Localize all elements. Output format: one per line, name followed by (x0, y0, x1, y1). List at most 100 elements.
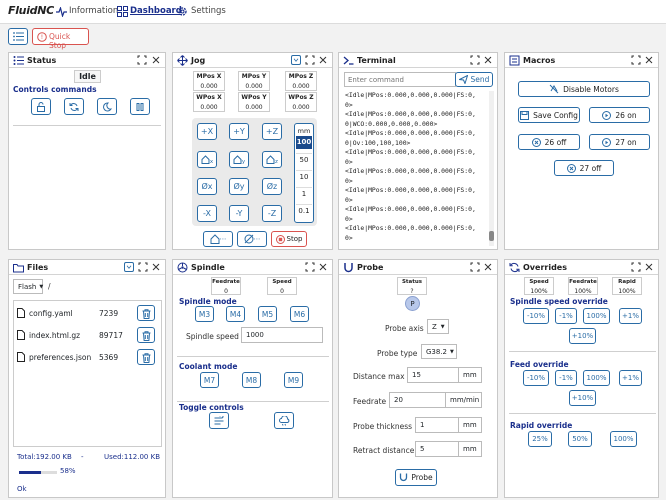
logo-text: Fluid (8, 4, 38, 17)
feed-minus-1-button[interactable]: -1% (555, 370, 577, 386)
m7-button[interactable]: M7 (200, 372, 219, 388)
rapid-50-button[interactable]: 50% (568, 431, 592, 447)
file-row[interactable]: index.html.gz 89717 (15, 327, 160, 345)
delete-file-button[interactable] (137, 305, 155, 321)
spindle-minus-1-button[interactable]: -1% (555, 308, 577, 324)
close-icon[interactable] (483, 262, 493, 272)
spindle-speed-input[interactable]: 1000 (241, 327, 323, 343)
probe-axis-label: Probe axis (385, 324, 424, 333)
nav-information[interactable]: Information (69, 6, 118, 16)
jog-stop-button[interactable]: Stop (271, 231, 307, 247)
home-icon (266, 155, 275, 164)
probe-feedrate-input[interactable]: 20 (389, 392, 446, 408)
panel-list-button[interactable] (8, 28, 28, 45)
file-row[interactable]: preferences.json 5369 (15, 349, 160, 367)
save-config-button[interactable]: Save Config (518, 107, 580, 123)
toggle-flood-button[interactable] (209, 412, 229, 429)
delete-file-button[interactable] (137, 349, 155, 365)
m5-button[interactable]: M5 (258, 306, 277, 322)
distance-max-input[interactable]: 15 (407, 367, 459, 383)
file-row[interactable]: config.yaml 7239 (15, 305, 160, 323)
jog-step-0[interactable]: 100 (296, 136, 312, 149)
feed-plus-10-button[interactable]: +10% (569, 390, 596, 406)
retract-distance-input[interactable]: 5 (415, 441, 459, 457)
send-button[interactable]: Send (455, 72, 493, 87)
nav-dashboard[interactable]: Dashboard (130, 6, 182, 16)
zero-all-button[interactable]: ⋯ (237, 231, 267, 247)
jog-minus-y-button[interactable]: -Y (229, 205, 249, 222)
file-source-select[interactable]: Flash ▼ (13, 279, 43, 294)
m9-button[interactable]: M9 (284, 372, 303, 388)
file-name[interactable]: config.yaml (29, 309, 73, 318)
spindle-minus-10-button[interactable]: -10% (523, 308, 549, 324)
terminal-scrollbar[interactable] (489, 91, 494, 246)
rapid-25-button[interactable]: 25% (528, 431, 552, 447)
zero-y-button[interactable]: Øy (229, 178, 249, 195)
toggle-mist-button[interactable] (274, 412, 294, 429)
fullscreen-icon[interactable] (470, 55, 480, 65)
disable-motors-button[interactable]: Disable Motors (518, 81, 650, 97)
close-icon[interactable] (644, 262, 654, 272)
pause-button[interactable] (130, 98, 150, 115)
probe-axis-select[interactable]: Z ▼ (427, 319, 449, 334)
macro-26-on-button[interactable]: 26 on (589, 107, 650, 123)
file-name[interactable]: preferences.json (29, 353, 91, 362)
macro-27-on-button[interactable]: 27 on (589, 134, 650, 150)
jog-plus-y-button[interactable]: +Y (229, 123, 249, 140)
home-y-button[interactable]: y (229, 151, 249, 168)
m3-button[interactable]: M3 (195, 306, 214, 322)
nav-settings[interactable]: Settings (191, 6, 226, 16)
probe-button[interactable]: Probe (395, 469, 437, 486)
feed-100-button[interactable]: 100% (583, 370, 610, 386)
close-icon[interactable] (151, 55, 161, 65)
close-icon[interactable] (318, 262, 328, 272)
chevron-down-icon[interactable] (291, 55, 301, 65)
fullscreen-icon[interactable] (137, 55, 147, 65)
feed-minus-10-button[interactable]: -10% (523, 370, 549, 386)
spindle-plus-1-button[interactable]: +1% (619, 308, 642, 324)
close-icon[interactable] (318, 55, 328, 65)
probe-thickness-input[interactable]: 1 (415, 417, 459, 433)
jog-plus-x-button[interactable]: +X (197, 123, 217, 140)
unlock-button[interactable] (31, 98, 51, 115)
feed-plus-1-button[interactable]: +1% (619, 370, 642, 386)
command-input[interactable] (344, 72, 456, 87)
probe-type-select[interactable]: G38.2 ▼ (421, 344, 457, 359)
spindle-100-button[interactable]: 100% (583, 308, 610, 324)
home-z-button[interactable]: z (262, 151, 282, 168)
reset-button[interactable] (64, 98, 84, 115)
close-icon[interactable] (483, 55, 493, 65)
rapid-100-button[interactable]: 100% (610, 431, 637, 447)
m6-button[interactable]: M6 (290, 306, 309, 322)
zero-z-button[interactable]: Øz (262, 178, 282, 195)
jog-plus-z-button[interactable]: +Z (262, 123, 282, 140)
quick-stop-button[interactable]: ! Quick Stop (32, 28, 89, 50)
jog-minus-x-button[interactable]: -X (197, 205, 217, 222)
macro-26-off-button[interactable]: 26 off (518, 134, 580, 150)
delete-file-button[interactable] (137, 327, 155, 343)
jog-step-2[interactable]: 10 (296, 170, 312, 183)
fullscreen-icon[interactable] (470, 262, 480, 272)
fullscreen-icon[interactable] (631, 262, 641, 272)
close-icon[interactable] (644, 55, 654, 65)
home-all-button[interactable]: ⋯ (203, 231, 233, 247)
sleep-button[interactable] (97, 98, 117, 115)
macro-27-off-button[interactable]: 27 off (554, 160, 614, 176)
jog-step-1[interactable]: 50 (296, 153, 312, 166)
fullscreen-icon[interactable] (631, 55, 641, 65)
jog-minus-z-button[interactable]: -Z (262, 205, 282, 222)
terminal-scroll-thumb[interactable] (489, 231, 494, 241)
zero-x-button[interactable]: Øx (197, 178, 217, 195)
fullscreen-icon[interactable] (138, 262, 148, 272)
jog-step-3[interactable]: 1 (296, 187, 312, 200)
home-x-button[interactable]: x (197, 151, 217, 168)
fullscreen-icon[interactable] (305, 55, 315, 65)
jog-step-4[interactable]: 0.1 (296, 204, 312, 217)
fullscreen-icon[interactable] (305, 262, 315, 272)
spindle-plus-10-button[interactable]: +10% (569, 328, 596, 344)
m8-button[interactable]: M8 (242, 372, 261, 388)
file-name[interactable]: index.html.gz (29, 331, 80, 340)
close-icon[interactable] (151, 262, 161, 272)
m4-button[interactable]: M4 (226, 306, 245, 322)
chevron-down-icon[interactable] (124, 262, 134, 272)
